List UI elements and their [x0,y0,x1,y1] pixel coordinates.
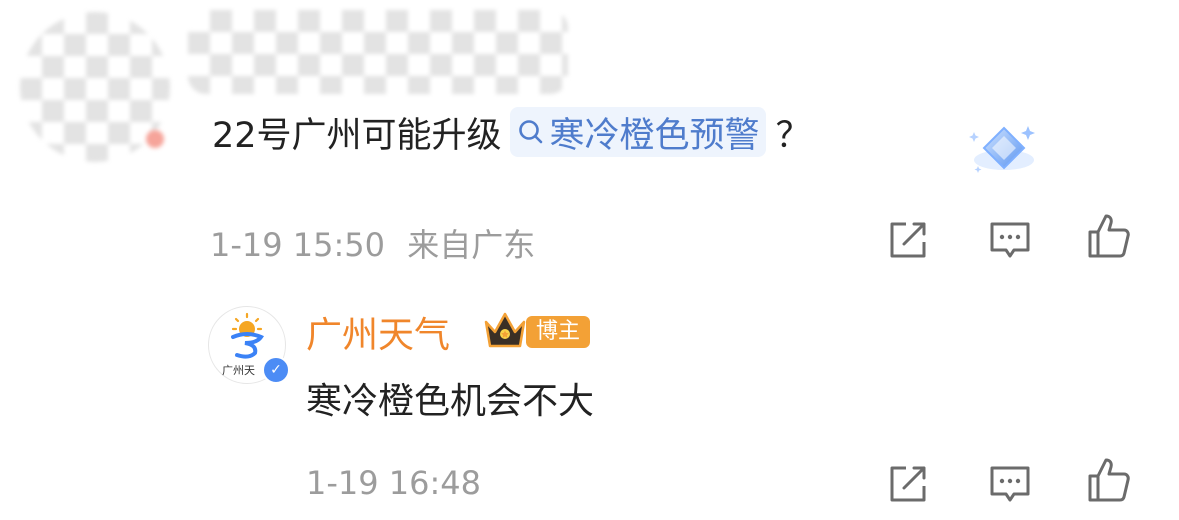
crown-icon [484,312,526,348]
comment-text-suffix: ？ [775,115,811,156]
comment-text: 22号广州可能升级 寒冷橙色预警 ？ [212,104,811,160]
comment-time: 1-19 15:50 [210,226,386,264]
avatar-badge-dot [146,130,164,148]
comment-location: 来自广东 [407,226,536,264]
thumbs-up-icon[interactable] [1084,456,1132,504]
comment-icon[interactable] [986,460,1034,508]
topic-link[interactable]: 寒冷橙色预警 [509,107,766,157]
share-icon[interactable] [884,216,932,264]
topic-label: 寒冷橙色预警 [549,115,760,156]
comment-meta: 1-19 15:50 来自广东 [210,220,535,266]
reply-time: 1-19 16:48 [306,464,482,502]
blogger-badge: 博主 [526,316,591,348]
commenter-name-blurred[interactable] [188,10,568,94]
verified-icon: ✓ [262,356,290,384]
diamond-badge-icon [969,126,1035,173]
reply-author-name[interactable]: 广州天气 [306,306,450,358]
share-icon[interactable] [884,460,932,508]
search-icon [518,120,542,144]
comment-icon[interactable] [986,216,1034,264]
reply-text: 寒冷橙色机会不大 [306,381,595,422]
avatar-caption: 广州天 [222,364,255,377]
comment-text-prefix: 22号广州可能升级 [212,115,502,156]
thumbs-up-icon[interactable] [1084,212,1132,260]
